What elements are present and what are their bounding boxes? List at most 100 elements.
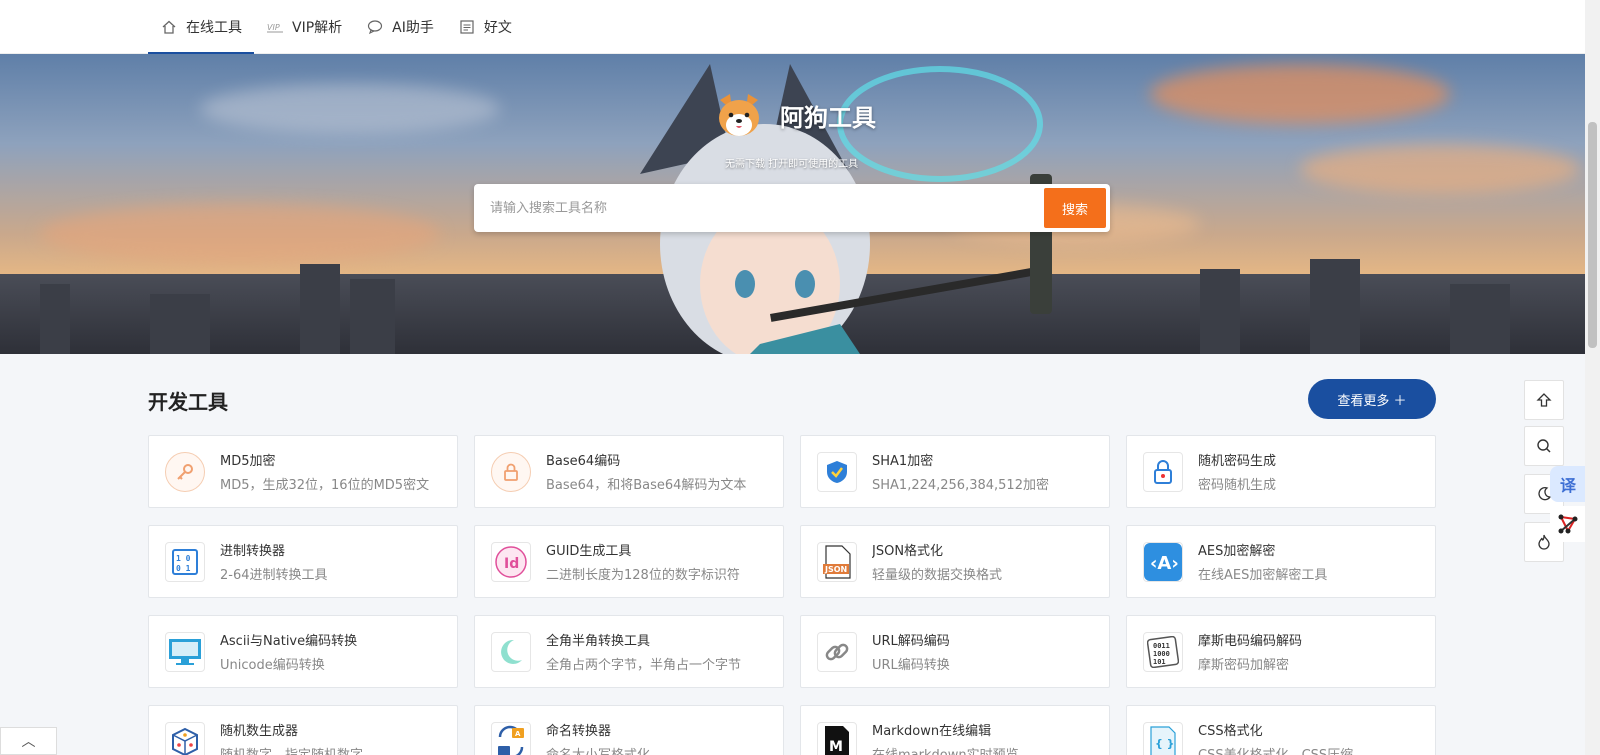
tool-card[interactable]: Base64编码 Base64，和将Base64解码为文本 <box>474 435 784 508</box>
tool-card-text: Base64编码 Base64，和将Base64解码为文本 <box>546 450 746 493</box>
nav-item-articles[interactable]: 好文 <box>446 0 524 54</box>
back-to-top-button[interactable] <box>1524 380 1564 420</box>
tool-description: URL编码转换 <box>872 658 950 673</box>
view-more-button[interactable]: 查看更多 ＋ <box>1308 379 1436 419</box>
tool-card[interactable]: 1 00 1 进制转换器 2-64进制转换工具 <box>148 525 458 598</box>
tool-card-text: SHA1加密 SHA1,224,256,384,512加密 <box>872 450 1049 493</box>
tool-card[interactable]: Id GUID生成工具 二进制长度为128位的数字标识符 <box>474 525 784 598</box>
dog-logo-icon <box>719 94 759 136</box>
css-icon: { } <box>1143 721 1183 755</box>
translate-button[interactable]: 译 <box>1550 466 1586 502</box>
nav-item-label: 好文 <box>483 20 512 36</box>
moon-icon <box>491 631 531 672</box>
nav-item-online-tools[interactable]: 在线工具 <box>148 0 254 54</box>
id-icon: Id <box>491 541 531 582</box>
tool-title: Markdown在线编辑 <box>872 724 992 739</box>
angle-brackets-icon: ‹A› <box>1143 541 1183 582</box>
tool-title: MD5加密 <box>220 454 276 469</box>
tool-description: 全角占两个字节，半角占一个字节 <box>546 658 742 673</box>
tool-description: CSS美化格式化，CSS压缩 <box>1198 744 1353 755</box>
nav-item-label: VIP解析 <box>292 20 343 36</box>
collapse-button[interactable]: ︿ <box>0 727 57 755</box>
tool-description: 在线markdown实时预览 <box>872 744 1019 755</box>
tool-description: 2-64进制转换工具 <box>220 568 328 583</box>
svg-text:A: A <box>515 730 521 738</box>
link-icon <box>817 631 857 672</box>
tool-title: AES加密解密 <box>1198 544 1276 559</box>
tool-grid: MD5加密 MD5，生成32位，16位的MD5密文 Base64编码 Base64，和… <box>148 435 1436 755</box>
hero-banner: 阿狗工具 无需下载 打开即可使用的工具 搜索 <box>0 54 1585 354</box>
tool-card[interactable]: 0011 1000 101 摩斯电码编码解码 摩斯密码加解密 <box>1126 615 1436 688</box>
tool-description: Unicode编码转换 <box>220 658 325 673</box>
tool-title: 进制转换器 <box>220 544 286 559</box>
binary-icon: 1 00 1 <box>165 541 205 582</box>
tool-card[interactable]: { } CSS格式化 CSS美化格式化，CSS压缩 <box>1126 705 1436 755</box>
tool-card[interactable]: Ascii与Native编码转换 Unicode编码转换 <box>148 615 458 688</box>
tool-card-text: Ascii与Native编码转换 Unicode编码转换 <box>220 630 357 673</box>
svg-text:‹A›: ‹A› <box>1150 553 1179 574</box>
svg-text:{ }: { } <box>1155 737 1175 750</box>
tool-card[interactable]: JSON JSON格式化 轻量级的数据交换格式 <box>800 525 1110 598</box>
tool-card-text: MD5加密 MD5，生成32位，16位的MD5密文 <box>220 450 429 493</box>
svg-text:VIP: VIP <box>267 23 280 32</box>
tool-description: 命名大小写格式化 <box>546 744 650 755</box>
markdown-icon: M <box>817 721 857 755</box>
mindmap-extension-button[interactable] <box>1550 506 1586 542</box>
tool-card[interactable]: URL解码编码 URL编码转换 <box>800 615 1110 688</box>
tool-title: Base64编码 <box>546 454 621 469</box>
nav-item-vip[interactable]: VIP VIP解析 <box>254 0 354 54</box>
top-navbar: 在线工具 VIP VIP解析 AI助手 好文 <box>0 0 1585 54</box>
tool-description: 轻量级的数据交换格式 <box>872 568 1003 583</box>
tool-description: SHA1,224,256,384,512加密 <box>872 478 1049 493</box>
page-scrollbar[interactable] <box>1585 0 1600 755</box>
svg-text:JSON: JSON <box>824 565 847 574</box>
svg-text:1 0: 1 0 <box>176 554 191 563</box>
tool-title: 随机数生成器 <box>220 724 299 739</box>
svg-text:M: M <box>829 739 843 755</box>
arrow-up-icon <box>1536 393 1552 407</box>
tool-card[interactable]: 随机密码生成 密码随机生成 <box>1126 435 1436 508</box>
article-icon <box>458 18 476 36</box>
nav-item-label: 在线工具 <box>186 20 242 36</box>
tool-title: 全角半角转换工具 <box>546 634 651 649</box>
tool-description: 二进制长度为128位的数字标识符 <box>546 568 740 583</box>
tool-title: 命名转换器 <box>546 724 612 739</box>
tool-description: 摩斯密码加解密 <box>1198 658 1290 673</box>
scrollbar-thumb[interactable] <box>1588 122 1597 348</box>
tool-card-text: GUID生成工具 二进制长度为128位的数字标识符 <box>546 540 740 583</box>
tool-card[interactable]: MD5加密 MD5，生成32位，16位的MD5密文 <box>148 435 458 508</box>
float-search-button[interactable] <box>1524 426 1564 466</box>
tool-title: 摩斯电码编码解码 <box>1198 634 1303 649</box>
network-icon <box>1558 514 1578 534</box>
home-icon <box>160 18 178 36</box>
tool-card-text: 进制转换器 2-64进制转换工具 <box>220 540 328 583</box>
tool-card-text: Markdown在线编辑在线markdown实时预览 <box>872 720 1019 755</box>
search-button[interactable]: 搜索 <box>1044 188 1106 228</box>
search-input[interactable] <box>478 188 1044 228</box>
tool-card-text: JSON格式化 轻量级的数据交换格式 <box>872 540 1002 583</box>
tool-card[interactable]: A 命名转换器命名大小写格式化 <box>474 705 784 755</box>
morse-icon: 0011 1000 101 <box>1143 631 1183 672</box>
tool-card[interactable]: 全角半角转换工具全角占两个字节，半角占一个字节 <box>474 615 784 688</box>
site-subtitle: 无需下载 打开即可使用的工具 <box>725 159 859 170</box>
cloud-shape <box>1300 144 1580 194</box>
tool-card[interactable]: SHA1加密 SHA1,224,256,384,512加密 <box>800 435 1110 508</box>
nav-item-ai[interactable]: AI助手 <box>354 0 446 54</box>
tool-description: MD5，生成32位，16位的MD5密文 <box>220 478 430 493</box>
tool-card-text: 摩斯电码编码解码 摩斯密码加解密 <box>1198 630 1302 673</box>
chat-icon <box>366 18 384 36</box>
site-logo[interactable]: 阿狗工具 <box>714 90 876 140</box>
svg-text:101: 101 <box>1153 658 1166 666</box>
tool-card[interactable]: 随机数生成器随机数字，指定随机数字 <box>148 705 458 755</box>
convert-icon: A <box>491 721 531 755</box>
tool-card[interactable]: M Markdown在线编辑在线markdown实时预览 <box>800 705 1110 755</box>
tool-card-text: AES加密解密在线AES加密解密工具 <box>1198 540 1327 583</box>
dice-icon <box>165 721 205 755</box>
key-icon <box>165 451 205 492</box>
vip-icon: VIP <box>266 18 284 36</box>
tool-description: 在线AES加密解密工具 <box>1198 568 1328 583</box>
nav-items: 在线工具 VIP VIP解析 AI助手 好文 <box>148 0 524 54</box>
padlock-icon <box>1143 451 1183 492</box>
tool-card[interactable]: ‹A› AES加密解密在线AES加密解密工具 <box>1126 525 1436 598</box>
tool-card-text: 命名转换器命名大小写格式化 <box>546 720 650 755</box>
